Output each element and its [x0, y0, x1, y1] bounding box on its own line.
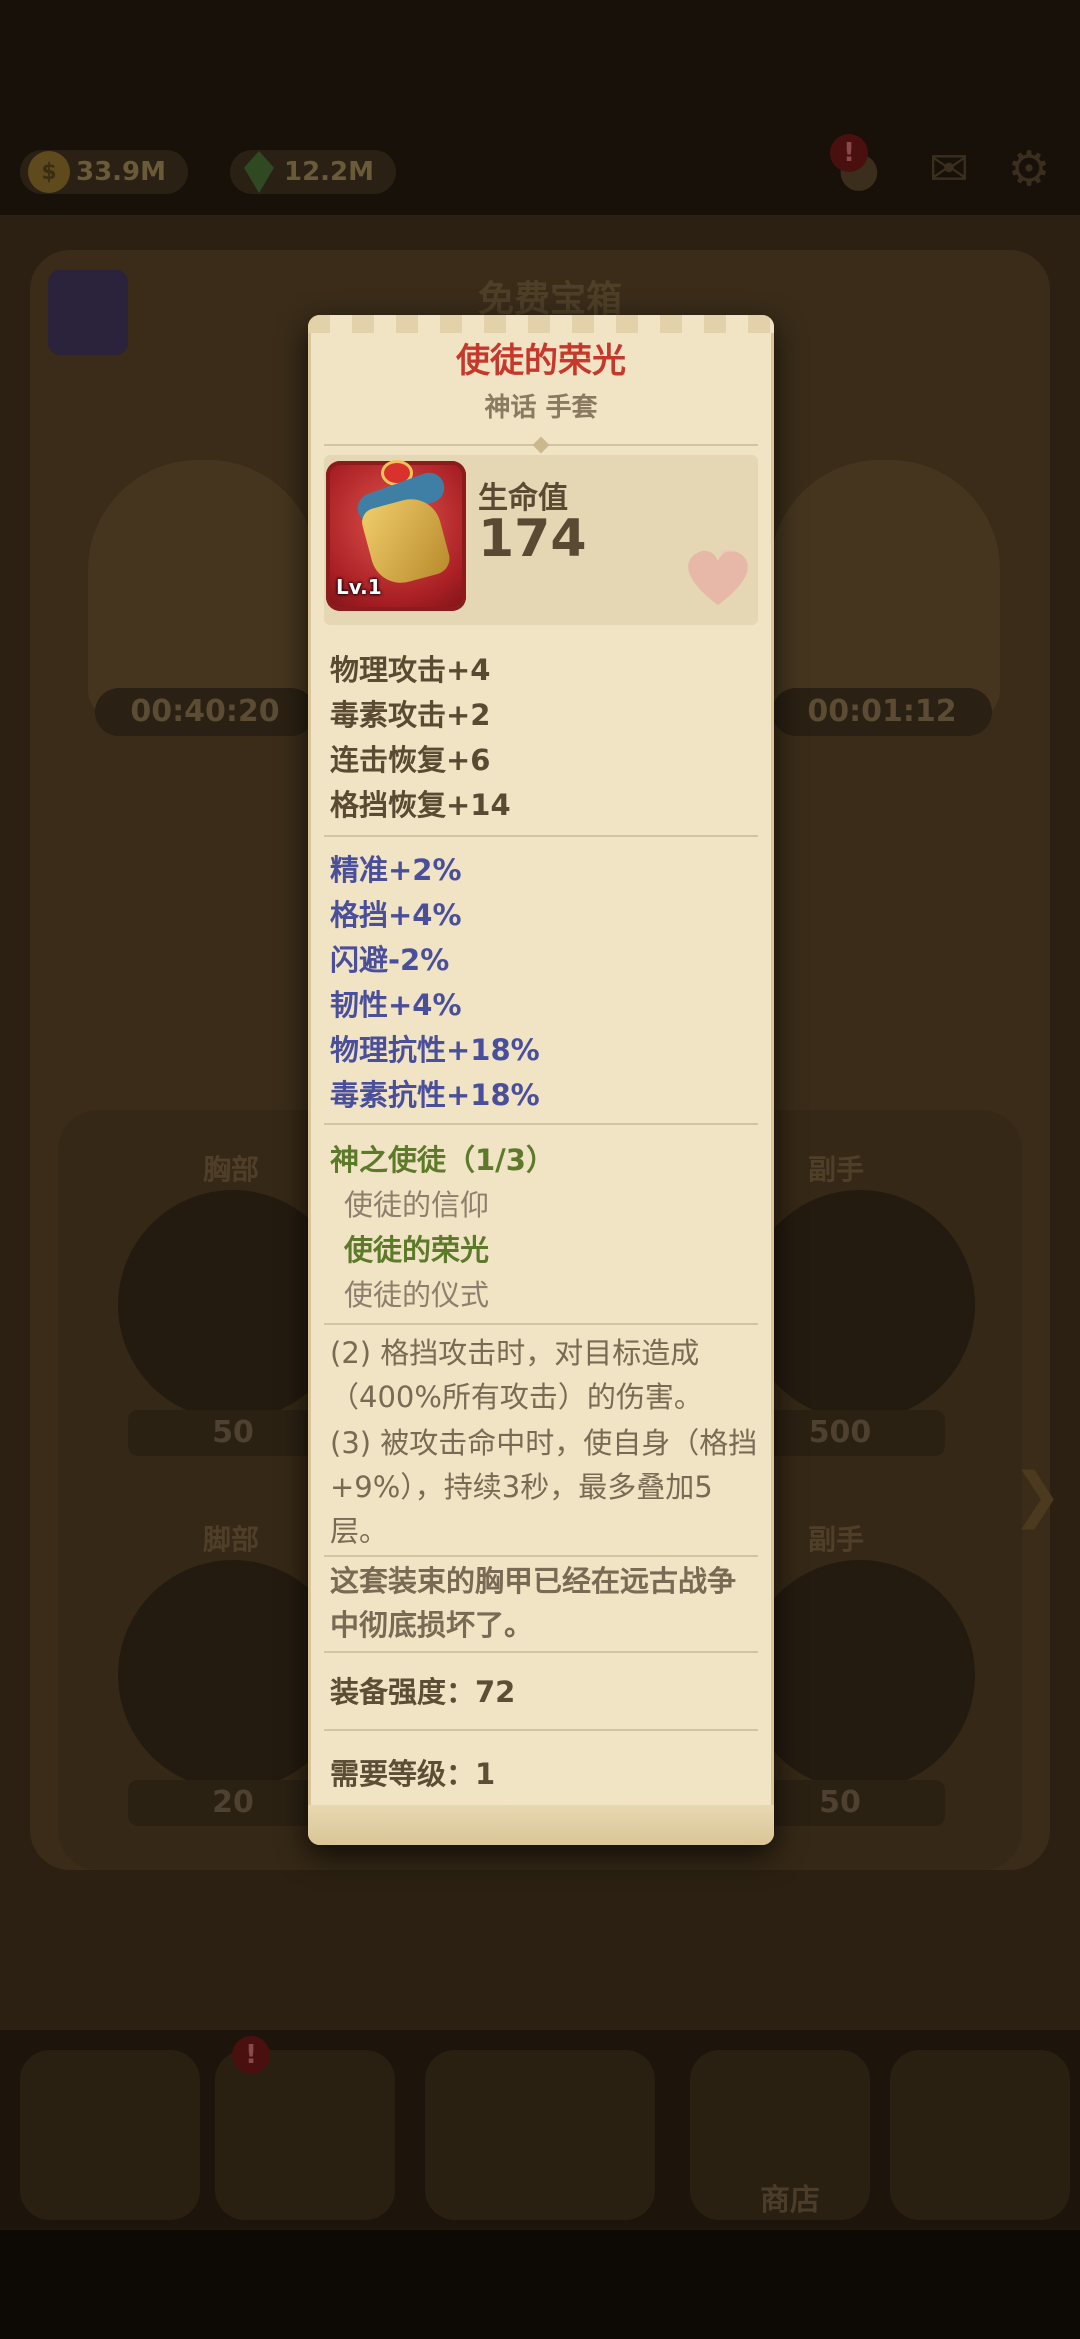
nav-forge[interactable]	[890, 2050, 1070, 2220]
bonus-stat-toxin-resist: 毒素抗性+18%	[330, 1078, 540, 1112]
set-title: 神之使徒（1/3）	[330, 1143, 555, 1177]
chevron-right-icon[interactable]: ❯	[1012, 1460, 1062, 1530]
base-stat-physical-attack: 物理攻击+4	[330, 653, 491, 687]
slot-cost-feet: 20	[128, 1780, 338, 1826]
slot-label-offhand-2: 副手	[808, 1523, 865, 1556]
slot-offhand-2[interactable]	[745, 1560, 975, 1790]
divider	[324, 835, 758, 837]
base-stat-combo-recovery: 连击恢复+6	[330, 743, 491, 777]
divider	[324, 1323, 758, 1325]
chest-timer-right: 00:01:12	[772, 688, 992, 736]
set-effect-2: (2) 格挡攻击时，对目标造成（400%所有攻击）的伤害。	[330, 1336, 703, 1414]
equipment-power: 装备强度：72	[330, 1675, 516, 1709]
nav-home[interactable]	[20, 2050, 200, 2220]
divider	[324, 1729, 758, 1731]
item-level: Lv.1	[336, 575, 382, 599]
bonus-stat-toughness: 韧性+4%	[330, 988, 462, 1022]
primary-stat-value: 174	[478, 509, 587, 569]
paper-edge-bottom	[308, 1805, 774, 1845]
nav-shop-label: 商店	[760, 2183, 820, 2218]
nav-tavern[interactable]	[215, 2050, 395, 2220]
chest-left[interactable]	[88, 460, 318, 720]
bonus-stat-block: 格挡+4%	[330, 898, 462, 932]
leaf-gem-icon	[244, 151, 274, 193]
alert-badge: !	[830, 134, 868, 172]
divider	[324, 1123, 758, 1125]
divider-ornament	[532, 436, 550, 454]
chest-right[interactable]	[770, 460, 1000, 720]
nav-alert-badge: !	[232, 2036, 270, 2074]
paper-edge-top	[308, 315, 774, 333]
mail-icon[interactable]: ✉	[920, 140, 978, 198]
gem-amount: 12.2M	[284, 157, 375, 187]
bonus-stat-accuracy: 精准+2%	[330, 853, 462, 887]
gold-amount: 33.9M	[76, 157, 167, 187]
base-stat-toxin-attack: 毒素攻击+2	[330, 698, 491, 732]
divider	[324, 1651, 758, 1653]
slot-label-feet: 脚部	[203, 1523, 260, 1556]
gift-icon[interactable]	[48, 270, 128, 355]
bonus-stat-physical-resist: 物理抗性+18%	[330, 1033, 540, 1067]
divider	[324, 1555, 758, 1557]
nav-battle[interactable]	[425, 2050, 655, 2220]
set-piece-1: 使徒的信仰	[344, 1188, 490, 1222]
slot-offhand[interactable]	[745, 1190, 975, 1420]
slot-cost-chest: 50	[128, 1410, 338, 1456]
system-bar	[0, 2230, 1080, 2339]
set-piece-2: 使徒的荣光	[344, 1233, 490, 1267]
slot-label-chest: 胸部	[203, 1153, 260, 1186]
base-stat-block-recovery: 格挡恢复+14	[330, 788, 511, 822]
set-piece-3: 使徒的仪式	[344, 1278, 490, 1312]
slot-label-offhand: 副手	[808, 1153, 865, 1186]
chest-timer-left: 00:40:20	[95, 688, 315, 736]
item-tooltip: 使徒的荣光 神话 手套 Lv.1 生命值 174 物理攻击+4 毒素攻击+2 连…	[308, 315, 774, 1845]
gauntlet-item-icon: Lv.1	[326, 461, 466, 611]
gold-coin-icon: $	[28, 151, 70, 193]
flavor-text: 这套装束的胸甲已经在远古战争中彻底损坏了。	[330, 1564, 737, 1642]
heart-icon	[688, 549, 748, 605]
item-rarity-type: 神话 手套	[484, 393, 598, 423]
bonus-stat-dodge: 闪避-2%	[330, 943, 450, 977]
required-level: 需要等级：1	[330, 1757, 496, 1791]
gold-counter[interactable]: $ 33.9M	[20, 150, 189, 194]
item-name: 使徒的荣光	[456, 341, 626, 381]
set-effect-3: (3) 被攻击命中时，使自身（格挡+9%），持续3秒，最多叠加5层。	[330, 1426, 758, 1548]
gem-counter[interactable]: 12.2M	[230, 150, 397, 194]
gear-icon[interactable]: ⚙	[1000, 140, 1058, 198]
